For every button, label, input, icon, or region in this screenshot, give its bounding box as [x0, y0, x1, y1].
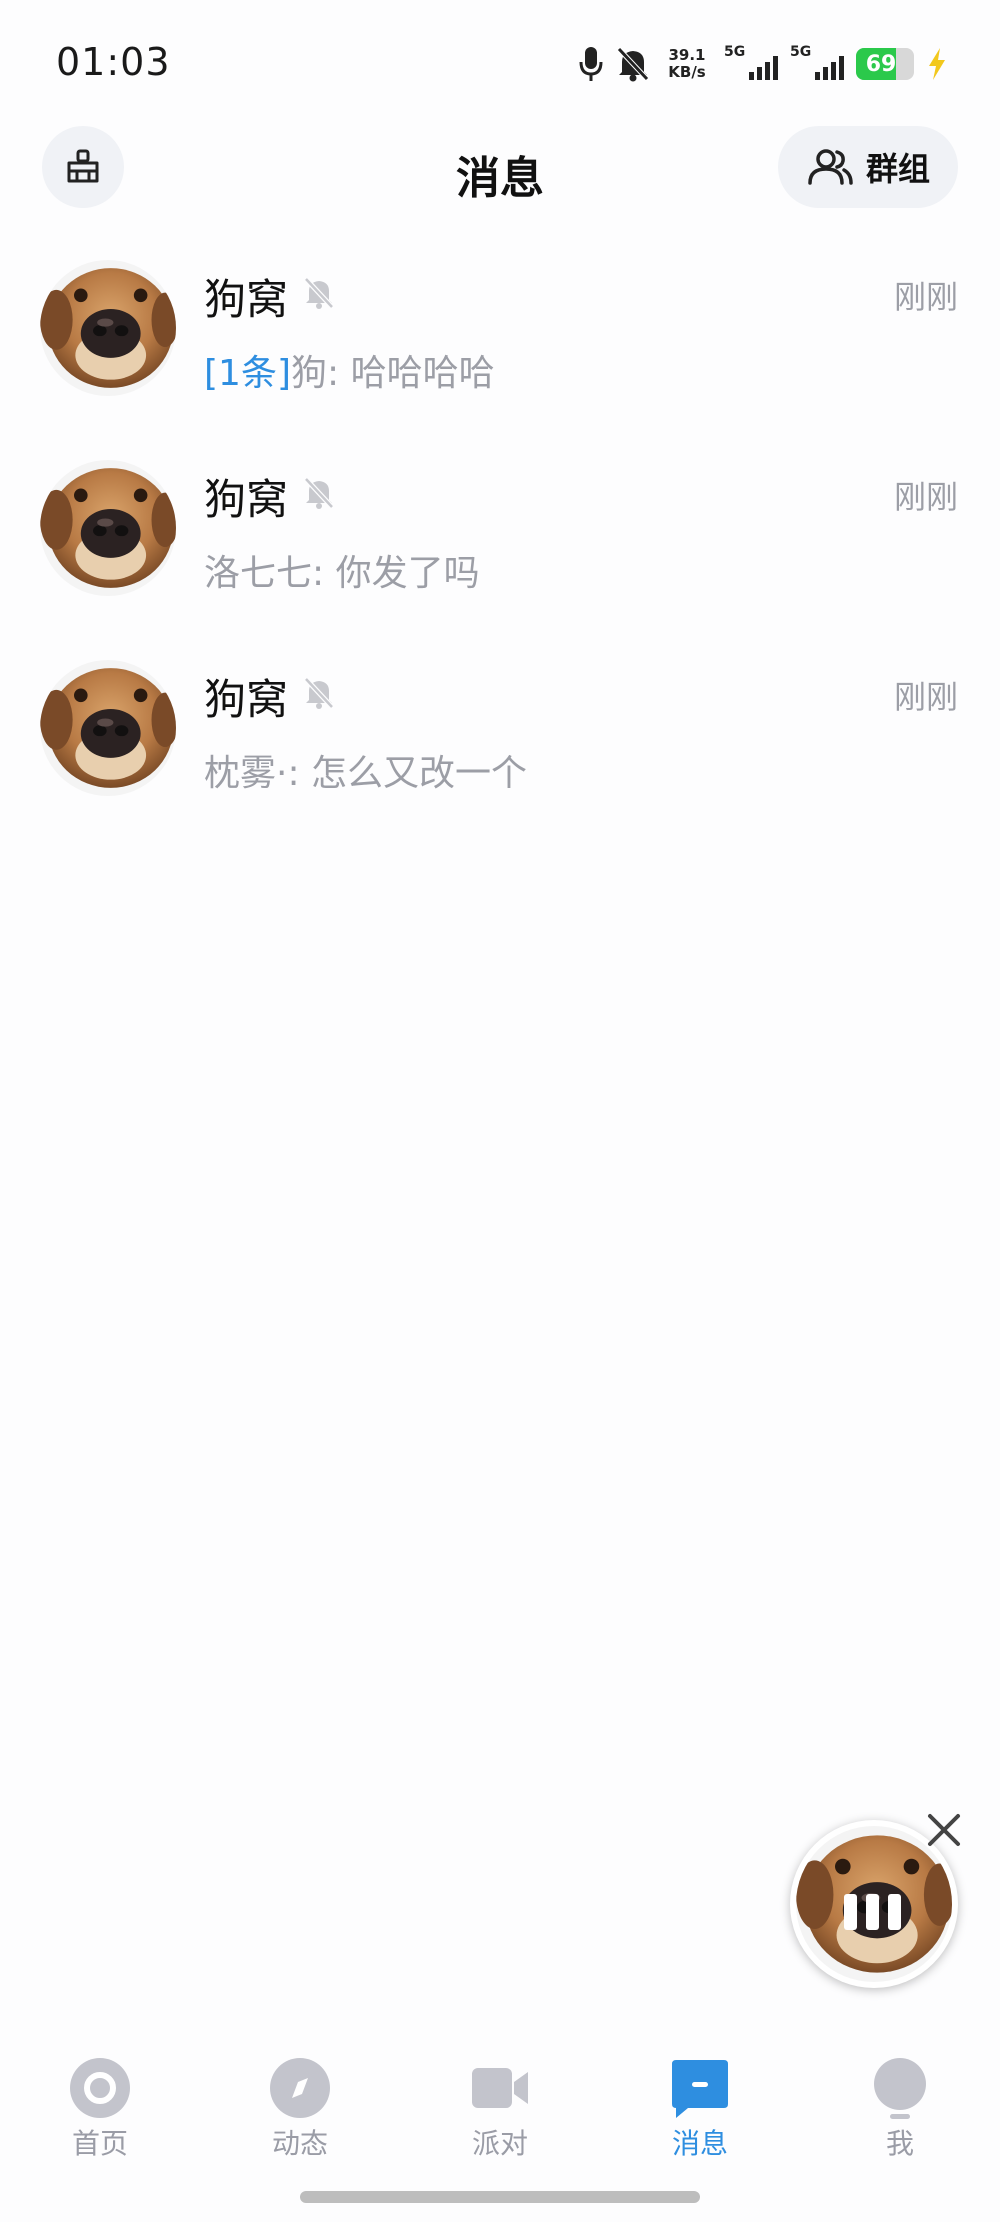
conversation-time: 刚刚	[893, 478, 958, 516]
chat-bubble-icon	[672, 2060, 728, 2118]
avatar	[40, 660, 176, 796]
signal-bars-icon	[815, 56, 844, 80]
conversation-name: 狗窝	[204, 275, 289, 324]
bottom-nav: 首页 动态 派对 消息 我	[0, 2040, 1000, 2180]
compass-icon	[270, 2058, 330, 2118]
preview-sender: 洛七七	[204, 553, 313, 594]
mute-bell-icon	[304, 477, 334, 509]
preview-separator: :	[312, 553, 336, 594]
conversation-list: 狗窝 刚刚 [1条]狗: 哈哈哈哈 狗窝 刚刚 洛七七: 你发了吗 狗窝 刚刚 …	[0, 250, 1000, 850]
charging-bolt-icon	[929, 48, 945, 80]
conversation-item[interactable]: 狗窝 刚刚 洛七七: 你发了吗	[0, 450, 1000, 650]
avatar	[40, 460, 176, 596]
bell-muted-icon	[617, 47, 649, 82]
groups-label: 群组	[865, 150, 930, 188]
preview-separator: :	[327, 353, 351, 394]
signal-sim2: 5G	[790, 44, 844, 84]
pause-icon	[844, 1894, 901, 1930]
nav-label-me: 我	[885, 2127, 914, 2160]
groups-button[interactable]: 群组	[778, 126, 958, 208]
conversation-name: 狗窝	[204, 475, 289, 524]
video-camera-icon	[472, 2068, 528, 2108]
preview-sender: 狗	[291, 353, 328, 394]
avatar	[40, 260, 176, 396]
conversation-item[interactable]: 狗窝 刚刚 [1条]狗: 哈哈哈哈	[0, 250, 1000, 450]
signal-bars-icon	[749, 56, 778, 80]
preview-separator: :	[287, 753, 312, 794]
nav-label-messages: 消息	[671, 2127, 728, 2160]
nav-item-home[interactable]: 首页	[0, 2040, 200, 2180]
close-icon[interactable]	[922, 1808, 966, 1852]
preview-message: 你发了吗	[335, 553, 480, 594]
conversation-preview: [1条]狗: 哈哈哈哈	[204, 344, 495, 396]
net-speed: 39.1 KB/s	[662, 47, 712, 81]
nav-item-feed[interactable]: 动态	[200, 2040, 400, 2180]
preview-message: 哈哈哈哈	[350, 353, 495, 394]
nav-item-me[interactable]: 我	[800, 2040, 1000, 2180]
battery-percent: 69	[865, 52, 897, 77]
net-speed-value: 39.1	[668, 46, 706, 64]
microphone-icon	[579, 47, 603, 81]
home-indicator[interactable]	[300, 2191, 700, 2203]
status-time: 01:03	[56, 40, 171, 84]
nav-item-party[interactable]: 派对	[400, 2040, 600, 2180]
header: 消息 群组	[0, 120, 1000, 220]
sim1-label: 5G	[724, 44, 746, 60]
status-icons: 39.1 KB/s 5G 5G 69	[578, 44, 948, 84]
mute-bell-icon	[304, 277, 334, 309]
battery-indicator: 69	[856, 48, 914, 80]
conversation-preview: 枕雾·: 怎么又改一个	[204, 744, 527, 796]
profile-icon	[874, 2058, 926, 2119]
conversation-item[interactable]: 狗窝 刚刚 枕雾·: 怎么又改一个	[0, 650, 1000, 850]
preview-sender: 枕雾·	[204, 753, 288, 794]
conversation-name: 狗窝	[204, 675, 289, 724]
nav-label-feed: 动态	[271, 2127, 328, 2160]
status-bar: 01:03 39.1 KB/s 5G 5G 69	[0, 0, 1000, 120]
conversation-time: 刚刚	[893, 678, 958, 716]
conversation-preview: 洛七七: 你发了吗	[204, 544, 480, 596]
unread-tag: [1条]	[204, 353, 291, 394]
conversation-time: 刚刚	[893, 278, 958, 316]
net-speed-unit: KB/s	[668, 63, 706, 81]
preview-message: 怎么又改一个	[311, 753, 528, 794]
nav-item-messages[interactable]: 消息	[600, 2040, 800, 2180]
signal-sim1: 5G	[724, 44, 778, 84]
group-icon	[808, 149, 853, 185]
sim2-label: 5G	[790, 44, 812, 60]
nav-label-party: 派对	[471, 2127, 528, 2160]
mute-bell-icon	[304, 677, 334, 709]
nav-label-home: 首页	[71, 2127, 128, 2160]
home-ring-icon	[70, 2058, 130, 2118]
